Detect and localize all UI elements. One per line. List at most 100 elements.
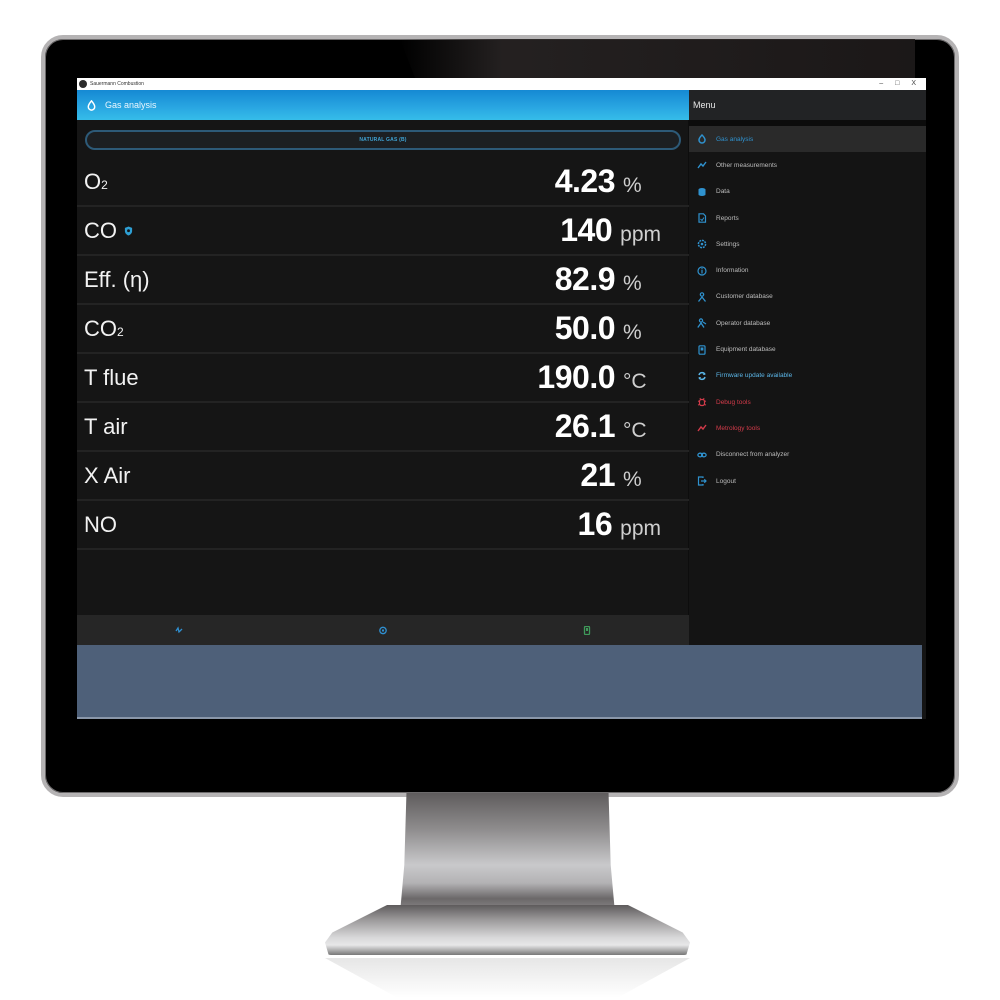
menu-item-label: Debug tools <box>716 398 751 406</box>
menu-item-other-measurements[interactable]: Other measurements <box>689 152 926 178</box>
info-icon <box>697 266 707 276</box>
menu-item-label: Operator database <box>716 319 771 327</box>
trend-line-icon <box>697 424 707 432</box>
measurement-row-efficiency[interactable]: Eff. (η) 82.9% <box>77 256 689 305</box>
fuel-label: NATURAL GAS (B) <box>359 137 407 143</box>
measurement-unit: °C <box>623 370 647 393</box>
measurement-label: O2 <box>84 168 108 194</box>
monitor-stand-neck <box>400 793 615 913</box>
menu-item-debug-tools[interactable]: Debug tools <box>689 389 926 415</box>
trend-line-icon <box>697 162 707 169</box>
gas-analysis-panel: NATURAL GAS (B) O2 4.23% CO 140 ppm Eff. … <box>77 120 689 615</box>
menu-title: Menu <box>693 100 716 110</box>
menu-item-data[interactable]: Data <box>689 179 926 205</box>
measurement-unit: % <box>623 174 642 197</box>
app-window: Sauermann Combustion – □ X Gas analysis … <box>77 78 926 719</box>
gear-icon <box>697 239 707 249</box>
measurement-value: 82.9 <box>554 261 616 297</box>
measurement-label: CO <box>84 218 133 244</box>
menu-item-label: Customer database <box>716 293 773 301</box>
measurement-value: 4.23 <box>554 163 616 199</box>
shield-icon <box>124 226 133 235</box>
measurement-row-co2[interactable]: CO 2 50.0% <box>77 305 689 354</box>
menu-item-customer-database[interactable]: Customer database <box>689 284 926 310</box>
menu-item-label: Equipment database <box>716 346 776 354</box>
bezel-reflection <box>400 39 915 79</box>
measurement-unit: ppm <box>620 223 661 246</box>
menu-item-metrology-tools[interactable]: Metrology tools <box>689 415 926 441</box>
measurement-value: 50.0 <box>554 310 616 346</box>
drop-icon <box>87 99 96 111</box>
measurement-label: Eff. (η) <box>84 266 150 292</box>
database-icon <box>698 187 706 196</box>
logout-icon <box>697 476 707 486</box>
menu-item-label: Data <box>716 188 730 196</box>
menu-item-disconnect[interactable]: Disconnect from analyzer <box>689 442 926 468</box>
device-icon <box>698 344 706 355</box>
measurement-unit: % <box>623 321 642 344</box>
close-button[interactable]: X <box>911 79 916 89</box>
menu-item-logout[interactable]: Logout <box>689 468 926 494</box>
stand-reflection <box>325 958 690 998</box>
window-title: Sauermann Combustion <box>90 81 144 87</box>
page-title: Gas analysis <box>105 100 157 110</box>
menu-item-label: Firmware update available <box>716 372 793 380</box>
measurement-label: CO 2 <box>84 315 124 341</box>
fuel-selector-button[interactable]: NATURAL GAS (B) <box>85 130 681 150</box>
measurement-list: O2 4.23% CO 140 ppm Eff. (η) 82.9% CO 2 50… <box>77 158 689 550</box>
link-icon <box>697 452 707 458</box>
measurement-value: 26.1 <box>554 408 616 444</box>
maximize-button[interactable]: □ <box>895 79 899 89</box>
menu-item-label: Disconnect from analyzer <box>716 451 790 459</box>
measurement-label: X Air <box>84 462 131 488</box>
app-logo-icon <box>79 80 87 88</box>
menu-item-label: Metrology tools <box>716 424 761 432</box>
tab-save[interactable] <box>281 615 485 645</box>
menu-item-label: Gas analysis <box>716 135 754 143</box>
measurement-value: 21 <box>580 457 615 493</box>
operator-icon <box>697 318 707 329</box>
measurement-row-x-air[interactable]: X Air 21% <box>77 452 689 501</box>
tab-device[interactable] <box>485 615 689 645</box>
menu-item-reports[interactable]: Reports <box>689 205 926 231</box>
measurement-row-t-flue[interactable]: T flue 190.0 °C <box>77 354 689 403</box>
measurement-value: 140 <box>560 212 613 248</box>
measurement-label: NO <box>84 511 117 537</box>
window-titlebar: Sauermann Combustion – □ X <box>77 78 926 90</box>
menu-header: Menu <box>689 90 926 120</box>
desktop-taskbar-area <box>77 645 922 719</box>
measurement-row-t-air[interactable]: T air 26.1 °C <box>77 403 689 452</box>
bottom-toolbar <box>77 615 689 645</box>
bug-icon <box>697 397 707 407</box>
document-icon <box>698 213 707 223</box>
menu-item-operator-database[interactable]: Operator database <box>689 310 926 336</box>
measurement-row-no[interactable]: NO 16 ppm <box>77 501 689 550</box>
measurement-unit: % <box>623 272 642 295</box>
measurement-unit: % <box>623 468 642 491</box>
monitor-stand-base <box>325 905 690 955</box>
window-controls: – □ X <box>879 79 926 89</box>
menu-item-label: Information <box>716 267 749 275</box>
page-header: Gas analysis <box>77 90 689 120</box>
measurement-row-o2[interactable]: O2 4.23% <box>77 158 689 207</box>
menu-item-information[interactable]: Information <box>689 257 926 283</box>
menu-item-gas-analysis[interactable]: Gas analysis <box>689 126 926 153</box>
drop-icon <box>698 134 706 144</box>
tab-live-measurement[interactable] <box>77 615 281 645</box>
minimize-button[interactable]: – <box>879 79 883 89</box>
measurement-value: 190.0 <box>537 359 615 395</box>
pulse-icon <box>175 625 183 633</box>
save-icon <box>379 626 387 634</box>
menu-item-firmware-update[interactable]: Firmware update available <box>689 363 926 389</box>
menu-item-settings[interactable]: Settings <box>689 231 926 257</box>
measurement-value: 16 <box>577 506 613 542</box>
menu-item-label: Reports <box>716 214 739 222</box>
menu-item-label: Other measurements <box>716 161 778 169</box>
measurement-label: T air <box>84 413 128 439</box>
phone-icon <box>583 625 591 635</box>
measurement-unit: ppm <box>620 517 661 540</box>
measurement-unit: °C <box>623 419 647 442</box>
menu-item-label: Settings <box>716 240 740 248</box>
menu-item-equipment-database[interactable]: Equipment database <box>689 336 926 362</box>
measurement-row-co[interactable]: CO 140 ppm <box>77 207 689 256</box>
